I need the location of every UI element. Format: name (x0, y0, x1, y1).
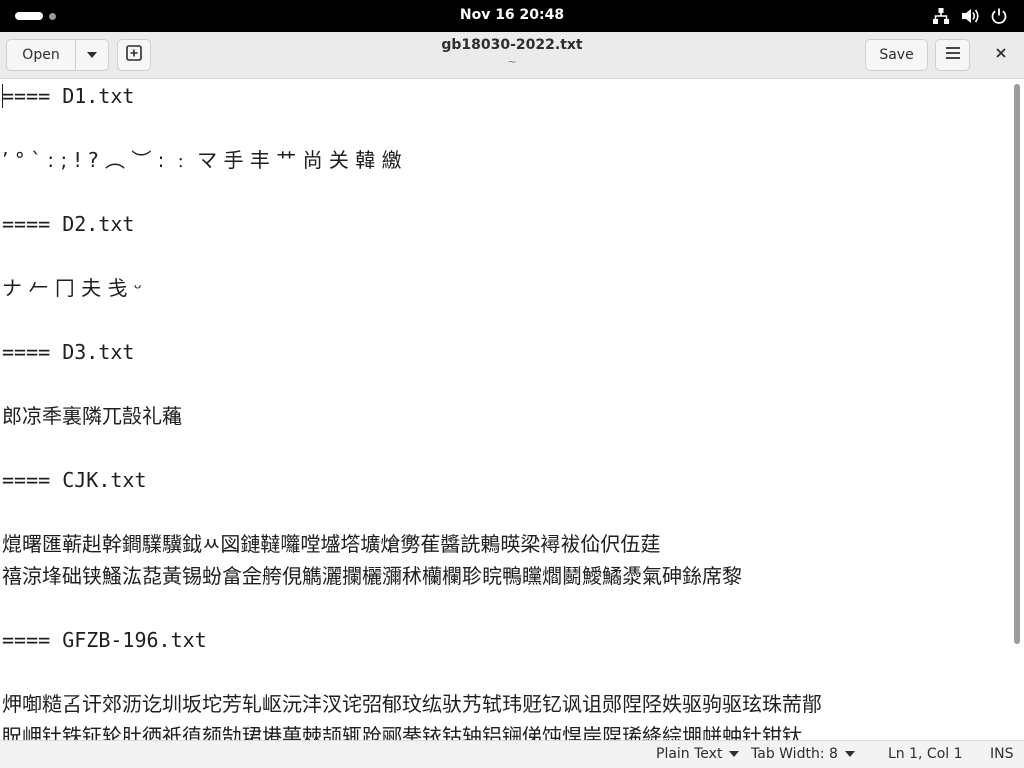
chevron-down-icon (844, 751, 855, 757)
system-tray[interactable] (932, 7, 1008, 25)
text-line[interactable]: ナ 𠂉 冂 夫 戋 ᵕ (2, 272, 142, 304)
text-line[interactable]: 禧涼埄础铗鰠汯莻黃锡蚡畣佱舿俔觹灑攔欐瀰秫欗欄聄睆鴨矘爓鬭鱫鱊㵗氣砷銯席黎 (2, 560, 742, 592)
tab-width-selector[interactable]: Tab Width: 8 (751, 746, 855, 762)
text-editor-area[interactable]: ==== D1.txt ’ ° ` : ; ! ? ︵ ︶ : ﹕ マ 手 丰 … (0, 80, 1010, 740)
header-bar: Open gb18030-2022.txt ~ Save (0, 32, 1024, 79)
cursor-position-label: Ln 1, Col 1 (888, 746, 963, 762)
cursor-position[interactable]: Ln 1, Col 1 (888, 746, 963, 762)
network-icon[interactable] (932, 7, 950, 25)
save-button[interactable]: Save (865, 39, 928, 71)
text-line[interactable]: 熴曙匯蕲赳幹鐧驜驥鉞ㅆ図鏈韃囖嘡墭㙮壙熗勶萑醬詵鶇暎梁襑袚佡伬伍莛 (2, 528, 660, 560)
text-line[interactable]: ==== D1.txt (2, 80, 134, 112)
text-line[interactable]: ==== D2.txt (2, 208, 134, 240)
power-icon[interactable] (990, 7, 1008, 25)
insert-mode-label: INS (990, 746, 1014, 762)
clock[interactable]: Nov 16 20:48 (0, 7, 1024, 23)
scrollbar-thumb[interactable] (1014, 84, 1020, 644)
text-line[interactable]: 炠啣糙叾讦郊沥讫圳坂坨芳轧岖沅沣汊诧弨郁玟纮驮艿轼玮觃钇讽诅郧陧陉妷驱驹驱玹珠荋… (2, 688, 822, 720)
hamburger-menu-icon (945, 46, 961, 64)
text-line[interactable]: 郎凉秊裏隣兀嗀礼蘒 (2, 400, 182, 432)
text-line[interactable]: 眖岬钍铁钲轮肚徆祇徝颏勂珺塂菓棘颉辄跄郦拲铱钴轴铝锎俤饨悍岸陧琋絳綜堋帡蚛钍钳钛 (2, 720, 802, 740)
top-bar: Nov 16 20:48 (0, 0, 1024, 32)
text-cursor (2, 84, 3, 108)
close-icon (995, 47, 1007, 63)
text-line[interactable]: ’ ° ` : ; ! ? ︵ ︶ : ﹕ マ 手 丰 艹 尚 关 韓 繳 (2, 144, 402, 176)
text-line[interactable]: ==== D3.txt (2, 336, 134, 368)
chevron-down-icon (729, 751, 740, 757)
language-selector[interactable]: Plain Text (656, 746, 740, 762)
main-menu-button[interactable] (935, 39, 970, 71)
language-label: Plain Text (656, 746, 723, 762)
volume-icon[interactable] (960, 7, 980, 25)
vertical-scrollbar[interactable] (1010, 80, 1024, 740)
close-window-button[interactable] (984, 39, 1018, 71)
text-line[interactable]: ==== CJK.txt (2, 464, 147, 496)
tab-width-label: Tab Width: 8 (751, 746, 838, 762)
text-line[interactable]: ==== GFZB-196.txt (2, 624, 207, 656)
status-bar: Plain Text Tab Width: 8 Ln 1, Col 1 INS (0, 740, 1024, 768)
insert-mode-indicator[interactable]: INS (990, 746, 1014, 762)
